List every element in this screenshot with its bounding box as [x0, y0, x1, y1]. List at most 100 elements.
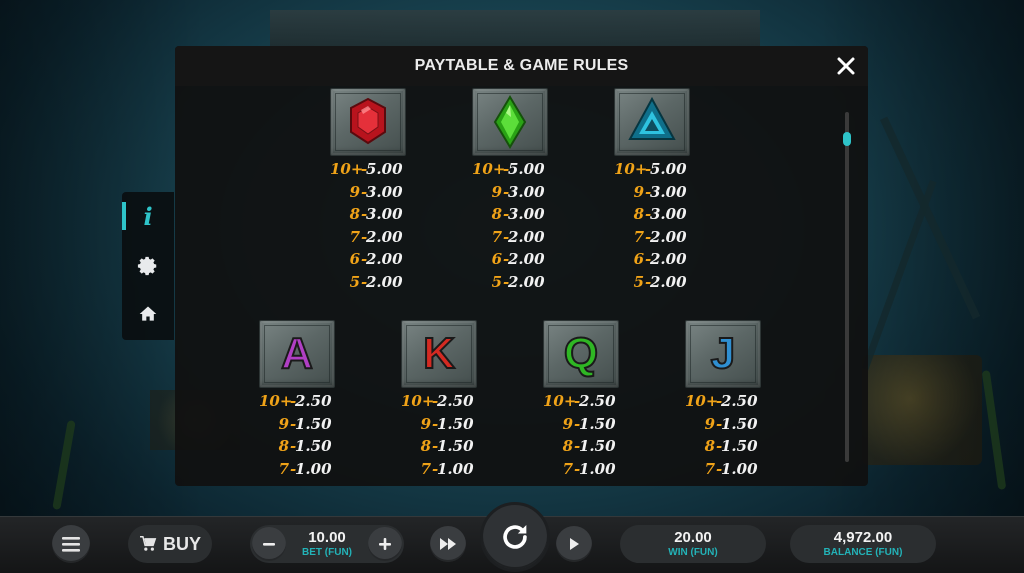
pay-count: 5	[349, 273, 360, 291]
letter-k-glyph: K	[422, 328, 456, 379]
letter-k-symbol-card: K 10+ -2.50 9-1.50 8-1.50 7-1.00	[401, 320, 511, 480]
info-icon: i	[143, 201, 153, 231]
blue-triangle-gem-icon	[628, 96, 676, 140]
fast-forward-icon	[440, 538, 456, 550]
pay-count: 10+	[685, 392, 719, 410]
pay-row: 9-3.00	[614, 181, 724, 203]
pay-row: 9-1.50	[401, 413, 511, 435]
pay-row: 7-1.00	[685, 458, 795, 480]
pay-row: 5-2.00	[614, 271, 724, 293]
pay-row: 9-1.50	[543, 413, 653, 435]
spin-button[interactable]	[480, 502, 550, 572]
pay-value: 1.50	[295, 414, 332, 433]
pay-value: 2.00	[650, 250, 687, 269]
side-menu-home[interactable]	[122, 294, 174, 334]
pay-count: 10+	[259, 392, 293, 410]
background-seaweed	[52, 419, 76, 511]
pay-count: 7	[491, 227, 502, 246]
pay-row: 9-1.50	[259, 413, 369, 435]
pay-value: 2.00	[366, 227, 403, 246]
pay-row: 10+ -2.50	[543, 390, 653, 412]
buy-button[interactable]: BUY	[128, 525, 212, 563]
pay-row: 7-2.00	[472, 226, 582, 248]
background-beam	[880, 116, 981, 320]
pay-value: 3.00	[508, 182, 545, 201]
paytable-modal: PAYTABLE & GAME RULES 10+ -5.00 9-3.00 8-3.…	[175, 46, 868, 486]
pay-row: 9-1.50	[685, 413, 795, 435]
pay-count: 8	[633, 205, 644, 224]
balance-value: 4,972.00	[833, 529, 893, 546]
increase-bet-button[interactable]	[368, 527, 402, 561]
decrease-bet-button[interactable]	[252, 527, 286, 561]
pay-count: 5	[633, 273, 644, 291]
balance-label: BALANCE (FUN)	[823, 547, 903, 558]
pay-count: 7	[349, 227, 360, 246]
pay-row: 9-3.00	[330, 181, 440, 203]
letter-q-glyph: Q	[563, 328, 599, 379]
sapphire-symbol-tile	[614, 88, 690, 156]
pay-value: 2.00	[650, 273, 687, 291]
pay-value: 1.00	[437, 459, 474, 478]
pay-count: 9	[349, 182, 360, 201]
pay-value: 2.00	[366, 273, 403, 291]
pay-row: 8-1.50	[401, 435, 511, 457]
pay-count: 6	[491, 250, 502, 269]
pay-value: 1.50	[721, 414, 758, 433]
pay-count: 8	[704, 437, 715, 456]
pay-count: 9	[278, 414, 289, 433]
autoplay-button[interactable]	[556, 526, 592, 562]
pay-row: 9-3.00	[472, 181, 582, 203]
letter-a-symbol-card: A 10+ -2.50 9-1.50 8-1.50 7-1.00	[259, 320, 369, 480]
pay-count: 9	[491, 182, 502, 201]
emerald-symbol-tile	[472, 88, 548, 156]
gear-icon	[137, 256, 157, 276]
pay-row: 5-2.00	[330, 271, 440, 293]
pay-row: 7-1.00	[259, 458, 369, 480]
green-gem-icon	[493, 95, 527, 149]
pay-value: 5.00	[650, 160, 687, 178]
pay-value: 2.00	[650, 227, 687, 246]
background-treasure-chest	[862, 355, 982, 465]
ruby-symbol-card: 10+ -5.00 9-3.00 8-3.00 7-2.00 6-2.00 5-2.00	[330, 88, 440, 294]
letter-a-symbol-tile: A	[259, 320, 335, 388]
pay-row: 8-1.50	[543, 435, 653, 457]
pay-row: 10+ -2.50	[685, 390, 795, 412]
red-gem-icon	[350, 97, 386, 145]
pay-value: 2.50	[579, 392, 616, 410]
pay-value: 3.00	[650, 205, 687, 224]
pay-row: 8-1.50	[259, 435, 369, 457]
background-beam	[861, 180, 937, 371]
side-menu-settings[interactable]	[122, 246, 174, 286]
pay-value: 2.00	[508, 273, 545, 291]
pay-count: 9	[420, 414, 431, 433]
pay-row: 6-2.00	[330, 248, 440, 270]
turbo-button[interactable]	[430, 526, 466, 562]
scrollbar-track[interactable]	[845, 112, 849, 462]
side-menu-info[interactable]: i	[122, 196, 174, 236]
pay-value: 3.00	[366, 205, 403, 224]
pay-value: 5.00	[366, 160, 403, 178]
pay-value: 2.00	[508, 227, 545, 246]
pay-row: 7-1.00	[543, 458, 653, 480]
menu-button[interactable]	[52, 525, 90, 563]
letter-j-glyph: J	[710, 328, 736, 379]
win-panel: 20.00 WIN (FUN)	[620, 525, 766, 563]
pay-value: 1.50	[721, 437, 758, 456]
pay-value: 5.00	[508, 160, 545, 178]
pay-value: 1.50	[579, 414, 616, 433]
pay-count: 9	[704, 414, 715, 433]
letter-k-symbol-tile: K	[401, 320, 477, 388]
close-button[interactable]	[834, 54, 858, 78]
background-reels	[270, 10, 760, 50]
paytable-content: 10+ -5.00 9-3.00 8-3.00 7-2.00 6-2.00 5-2.00 10…	[175, 86, 835, 486]
pay-count: 10+	[472, 160, 506, 178]
balance-panel: 4,972.00 BALANCE (FUN)	[790, 525, 936, 563]
pay-row: 10+ -5.00	[614, 158, 724, 180]
spin-refresh-icon	[503, 524, 527, 549]
scrollbar-thumb[interactable]	[843, 132, 851, 146]
pay-row: 10+ -5.00	[472, 158, 582, 180]
close-icon	[837, 57, 855, 75]
pay-count: 7	[633, 227, 644, 246]
pay-value: 3.00	[650, 182, 687, 201]
pay-value: 1.00	[721, 459, 758, 478]
